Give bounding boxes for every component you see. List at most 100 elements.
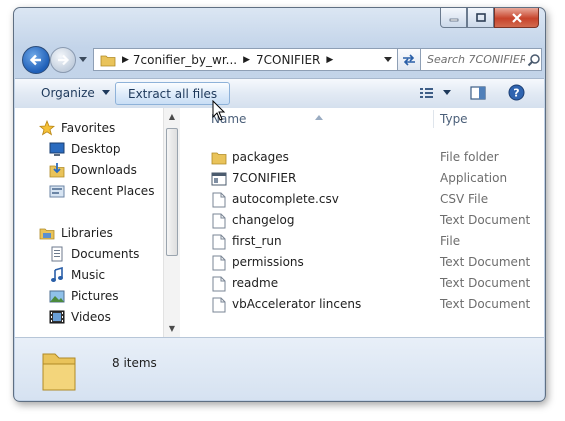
view-options-button[interactable]: [415, 82, 455, 103]
item-count: 8 items: [112, 356, 157, 370]
nav-item-downloads[interactable]: Downloads: [49, 160, 137, 180]
nav-favorites[interactable]: Favorites: [39, 118, 115, 138]
file-type: CSV File: [440, 192, 489, 206]
search-box: [420, 48, 542, 71]
sort-ascending-icon: [315, 109, 323, 123]
file-type: File: [440, 234, 461, 248]
breadcrumb-separator-icon[interactable]: ▶: [326, 55, 333, 65]
command-bar: Organize Extract all files ?: [15, 78, 544, 109]
organize-button[interactable]: Organize: [39, 82, 112, 103]
view-list-icon: [420, 87, 433, 98]
file-type: Text Document: [440, 255, 531, 269]
column-divider[interactable]: [433, 110, 434, 128]
chevron-down-icon: [443, 90, 451, 95]
file-row[interactable]: readme Text Document: [181, 273, 544, 294]
downloads-icon: [49, 162, 65, 178]
file-type: Application: [440, 171, 508, 185]
documents-icon: [49, 246, 65, 262]
maximize-icon: [475, 13, 486, 22]
nav-libraries-label: Libraries: [61, 226, 113, 240]
file-name: readme: [232, 276, 279, 290]
help-icon: ?: [508, 84, 524, 101]
folder-icon: [100, 53, 116, 67]
folder-icon: [41, 350, 77, 395]
explorer-window: ▶ 7conifier_by_wr... ▶ 7CONIFIER ▶ Organ…: [13, 7, 546, 402]
file-icon: [211, 233, 227, 250]
nav-favorites-label: Favorites: [61, 121, 116, 135]
nav-item-recent-places[interactable]: Recent Places: [49, 181, 154, 201]
file-name: vbAccelerator lincens: [232, 297, 362, 311]
breadcrumb-segment-current[interactable]: 7CONIFIER: [256, 53, 320, 67]
close-icon: [511, 12, 522, 23]
file-name: 7CONIFIER: [232, 171, 297, 185]
extract-all-label: Extract all files: [128, 86, 218, 101]
videos-icon: [49, 309, 65, 325]
caption-buttons: [440, 8, 539, 28]
address-row: ▶ 7conifier_by_wr... ▶ 7CONIFIER ▶: [20, 46, 542, 74]
scroll-up-icon[interactable]: ▲: [167, 110, 177, 122]
preview-pane-button[interactable]: [467, 82, 489, 103]
chevron-down-icon: [101, 90, 110, 95]
search-input[interactable]: [421, 52, 527, 67]
preview-pane-icon: [470, 85, 486, 100]
column-header-type[interactable]: Type: [440, 108, 540, 130]
file-row[interactable]: permissions Text Document: [181, 252, 544, 273]
svg-text:?: ?: [513, 87, 519, 100]
close-button[interactable]: [494, 8, 539, 28]
file-row[interactable]: vbAccelerator lincens Text Document: [181, 294, 544, 315]
column-header-type-label: Type: [440, 112, 468, 126]
text-document-icon: [211, 275, 227, 292]
scroll-down-icon[interactable]: ▼: [167, 322, 177, 334]
file-name: first_run: [232, 234, 282, 248]
arrow-left-icon: [29, 54, 41, 66]
breadcrumb-segment[interactable]: 7conifier_by_wr...: [133, 53, 237, 67]
nav-item-documents[interactable]: Documents: [49, 244, 139, 264]
nav-item-videos[interactable]: Videos: [49, 307, 111, 327]
breadcrumb-separator-icon[interactable]: ▶: [122, 55, 129, 65]
nav-item-label: Downloads: [71, 163, 137, 177]
csv-file-icon: [211, 191, 227, 208]
minimize-button[interactable]: [440, 8, 467, 28]
file-row[interactable]: 7CONIFIER Application: [181, 168, 544, 189]
help-button[interactable]: ?: [505, 82, 527, 103]
nav-libraries[interactable]: Libraries: [39, 223, 113, 243]
file-list: Name Type packages File folder 7CONIFIER…: [181, 108, 544, 337]
recent-pages-button[interactable]: [77, 52, 89, 66]
nav-item-desktop[interactable]: Desktop: [49, 139, 121, 159]
breadcrumb-separator-icon[interactable]: ▶: [243, 55, 250, 65]
address-dropdown-icon[interactable]: [384, 57, 392, 62]
pictures-icon: [49, 288, 65, 304]
maximize-button[interactable]: [467, 8, 494, 28]
file-row[interactable]: first_run File: [181, 231, 544, 252]
forward-button[interactable]: [50, 47, 76, 73]
content-area: Favorites Desktop Downloads Recent Place…: [15, 108, 544, 338]
minimize-icon: [449, 18, 458, 21]
nav-pane-scrollbar[interactable]: ▲ ▼: [163, 108, 180, 337]
file-name: autocomplete.csv: [232, 192, 339, 206]
mouse-cursor-icon: [212, 99, 226, 122]
file-type: Text Document: [440, 213, 531, 227]
file-row[interactable]: autocomplete.csv CSV File: [181, 189, 544, 210]
refresh-button[interactable]: [397, 48, 421, 71]
nav-item-label: Music: [71, 268, 106, 282]
file-name: packages: [232, 150, 289, 164]
back-button[interactable]: [22, 46, 50, 74]
libraries-icon: [39, 225, 55, 241]
file-row[interactable]: changelog Text Document: [181, 210, 544, 231]
application-icon: [211, 170, 227, 187]
search-icon[interactable]: [527, 53, 541, 67]
nav-item-label: Pictures: [71, 289, 119, 303]
nav-item-pictures[interactable]: Pictures: [49, 286, 119, 306]
file-row[interactable]: packages File folder: [181, 147, 544, 168]
recent-places-icon: [49, 183, 65, 199]
music-icon: [49, 267, 65, 283]
address-bar[interactable]: ▶ 7conifier_by_wr... ▶ 7CONIFIER ▶: [93, 48, 399, 71]
nav-item-label: Recent Places: [71, 184, 155, 198]
star-icon: [39, 120, 55, 136]
details-pane: 8 items: [15, 338, 544, 400]
nav-item-label: Documents: [71, 247, 140, 261]
scrollbar-thumb[interactable]: [166, 128, 178, 256]
chevron-down-icon: [79, 56, 87, 62]
arrow-right-icon: [58, 54, 70, 66]
nav-item-music[interactable]: Music: [49, 265, 105, 285]
